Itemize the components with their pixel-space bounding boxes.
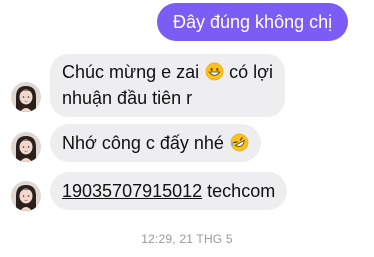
message-text: nhuận đầu tiên r xyxy=(62,88,193,108)
received-message-bubble[interactable]: Nhớ công c đấy nhé xyxy=(50,124,261,162)
rolling-on-floor-laughing-emoji-icon xyxy=(230,127,249,165)
grinning-face-emoji-icon xyxy=(205,62,224,87)
account-number-link[interactable]: 19035707915012 xyxy=(62,181,202,201)
contact-avatar[interactable] xyxy=(11,82,41,112)
contact-avatar-image xyxy=(11,132,41,162)
contact-avatar[interactable] xyxy=(11,132,41,162)
received-message-bubble[interactable]: 19035707915012 techcom xyxy=(50,172,288,210)
message-text: techcom xyxy=(207,181,276,201)
message-text: Chúc mừng e zai xyxy=(62,62,200,82)
contact-avatar-image xyxy=(11,181,41,211)
sent-message-text: Đây đúng không chị xyxy=(173,12,333,32)
received-message-bubble[interactable]: Chúc mừng e zai có lợi nhuận đầu tiên r xyxy=(50,54,285,117)
message-text: Nhớ công c đấy nhé xyxy=(62,133,224,153)
contact-avatar-image xyxy=(11,82,41,112)
message-text: có lợi xyxy=(229,62,273,82)
message-timestamp: 12:29, 21 THG 5 xyxy=(141,232,233,246)
sent-message-bubble[interactable]: Đây đúng không chị xyxy=(157,3,349,41)
chat-thread: Đây đúng không chị Chúc mừng e zai có lợ… xyxy=(0,0,374,257)
contact-avatar[interactable] xyxy=(11,181,41,211)
